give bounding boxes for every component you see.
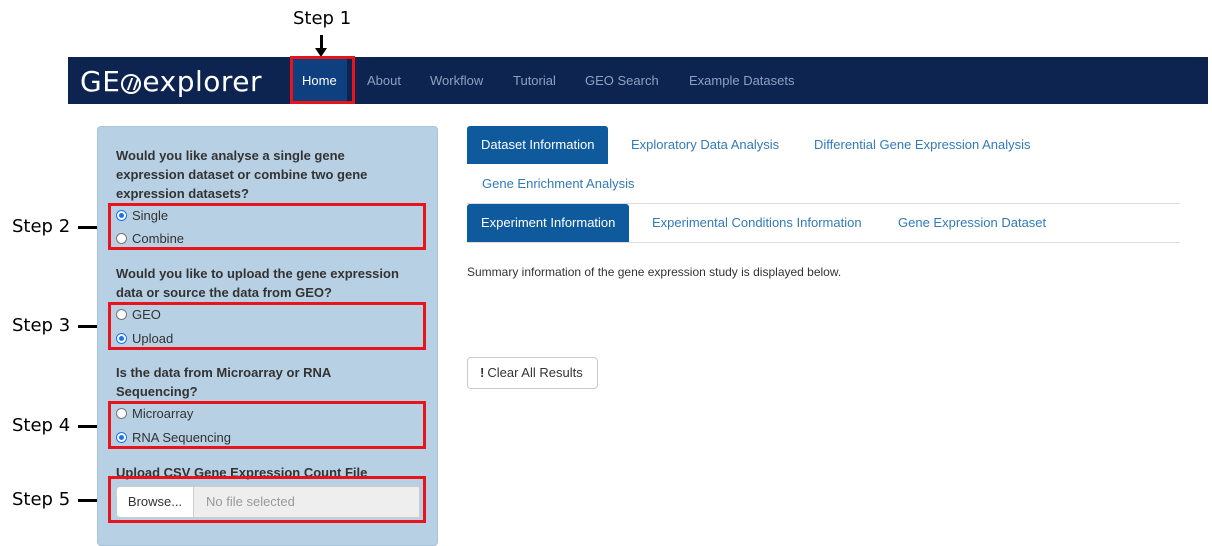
step1-arrow xyxy=(315,35,327,57)
file-name-field[interactable]: No file selected xyxy=(194,486,420,518)
tab-dataset-information[interactable]: Dataset Information xyxy=(467,126,609,164)
radio-geo-dot[interactable] xyxy=(116,309,127,320)
clear-all-results-label: Clear All Results xyxy=(487,365,583,380)
radio-microarray-dot[interactable] xyxy=(116,408,127,419)
radio-combine-dot[interactable] xyxy=(116,233,127,244)
radio-microarray-label: Microarray xyxy=(132,406,194,421)
clear-all-results-button[interactable]: ! Clear All Results xyxy=(467,357,598,389)
radio-single[interactable]: Single xyxy=(116,208,168,223)
step2-arrow xyxy=(78,221,106,233)
radio-geo[interactable]: GEO xyxy=(116,307,161,322)
radio-single-dot[interactable] xyxy=(116,210,127,221)
upload-label: Upload CSV Gene Expression Count File xyxy=(116,465,368,480)
exclamation-icon: ! xyxy=(480,365,485,380)
brand-prefix: GE xyxy=(80,65,121,98)
brand-logo[interactable]: GE explorer xyxy=(80,65,262,98)
radio-rna-dot[interactable] xyxy=(116,432,127,443)
nav-home[interactable]: Home xyxy=(292,57,347,104)
subtab-experiment-information[interactable]: Experiment Information xyxy=(467,204,630,242)
tab-gene-enrichment-analysis[interactable]: Gene Enrichment Analysis xyxy=(482,165,634,203)
step2-label: Step 2 xyxy=(12,216,71,237)
radio-rna-label: RNA Sequencing xyxy=(132,430,232,445)
summary-text: Summary information of the gene expressi… xyxy=(467,265,842,279)
subtab-gene-expression-dataset[interactable]: Gene Expression Dataset xyxy=(898,204,1046,242)
question-data-type: Is the data from Microarray or RNA Seque… xyxy=(116,365,331,399)
nav-example-datasets[interactable]: Example Datasets xyxy=(689,57,795,104)
nav-about[interactable]: About xyxy=(367,57,401,104)
radio-combine[interactable]: Combine xyxy=(116,231,184,246)
step5-label: Step 5 xyxy=(12,489,71,510)
radio-single-label: Single xyxy=(132,208,169,223)
radio-combine-label: Combine xyxy=(132,231,185,246)
nav-geo-search[interactable]: GEO Search xyxy=(585,57,659,104)
step3-arrow xyxy=(78,320,106,332)
step1-label: Step 1 xyxy=(293,8,352,29)
radio-upload-dot[interactable] xyxy=(116,333,127,344)
tab-exploratory-data-analysis[interactable]: Exploratory Data Analysis xyxy=(631,126,779,164)
step5-arrow xyxy=(78,494,106,506)
browse-button[interactable]: Browse... xyxy=(116,486,194,518)
nav-tutorial[interactable]: Tutorial xyxy=(513,57,556,104)
brand-suffix: explorer xyxy=(142,65,263,98)
file-upload[interactable]: Browse... No file selected xyxy=(116,486,420,518)
sidebar-panel: Would you like analyse a single gene exp… xyxy=(97,126,438,546)
nav-workflow[interactable]: Workflow xyxy=(430,57,483,104)
radio-geo-label: GEO xyxy=(132,307,161,322)
top-navbar: GE explorer Home About Workflow Tutorial … xyxy=(68,57,1208,104)
radio-rna-sequencing[interactable]: RNA Sequencing xyxy=(116,430,231,445)
step4-arrow xyxy=(78,420,106,432)
step4-label: Step 4 xyxy=(12,415,71,436)
subtab-divider xyxy=(467,242,1180,243)
question-data-source: Would you like to upload the gene expres… xyxy=(116,266,399,300)
radio-upload[interactable]: Upload xyxy=(116,331,173,346)
radio-upload-label: Upload xyxy=(132,331,174,346)
subtab-experimental-conditions[interactable]: Experimental Conditions Information xyxy=(652,204,862,242)
radio-microarray[interactable]: Microarray xyxy=(116,406,193,421)
question-dataset-count: Would you like analyse a single gene exp… xyxy=(116,148,368,201)
step3-label: Step 3 xyxy=(12,315,71,336)
tab-differential-gene-expression[interactable]: Differential Gene Expression Analysis xyxy=(814,126,1031,164)
dna-icon xyxy=(121,74,142,94)
